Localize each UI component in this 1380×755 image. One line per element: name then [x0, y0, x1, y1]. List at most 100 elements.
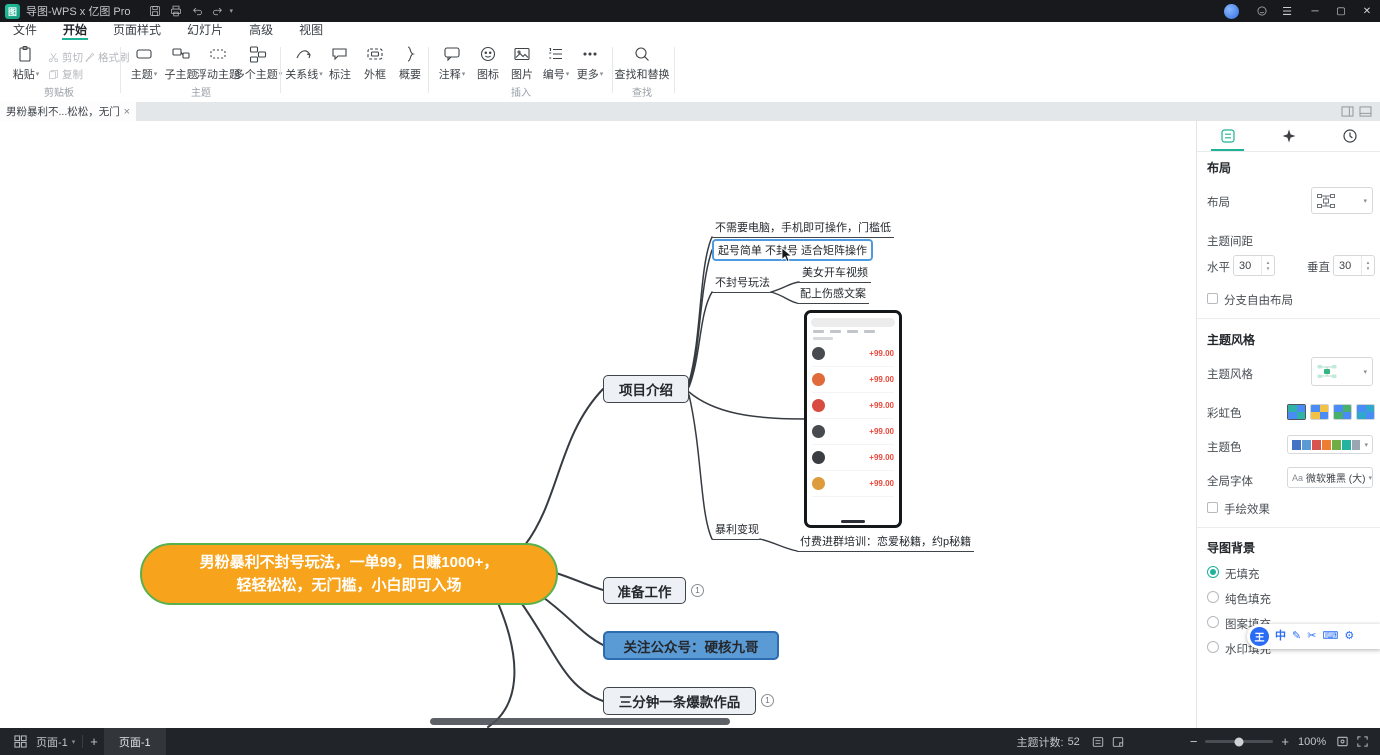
rainbow-swatch-1[interactable]	[1287, 404, 1306, 420]
leaf-node-sad-copy[interactable]: 配上伤感文案	[797, 288, 869, 304]
transaction-avatar	[812, 451, 825, 464]
tab-history[interactable]	[1319, 121, 1380, 151]
fullscreen-icon[interactable]	[1352, 728, 1372, 755]
mindmap-canvas[interactable]: 男粉暴利不封号玩法，一单99，日赚1000+， 轻轻松松，无门槛，小白即可入场 …	[0, 121, 1196, 728]
callout-button[interactable]: 标注	[322, 45, 358, 82]
bg-radio-none[interactable]	[1207, 566, 1219, 578]
leaf-node-training[interactable]: 付费进群培训：恋爱秘籍，约p秘籍	[797, 536, 974, 552]
layout-style-icon	[1317, 194, 1335, 208]
tab-ai[interactable]	[1258, 121, 1319, 151]
hand-drawn-label: 手绘效果	[1224, 501, 1270, 517]
topic-node-intro[interactable]: 项目介绍	[603, 375, 689, 403]
window-minimize-button[interactable]: ─	[1302, 0, 1328, 22]
zoom-out-button[interactable]: −	[1190, 734, 1198, 749]
more-button[interactable]: 更多▾	[572, 45, 608, 82]
page-selector[interactable]: 页面-1	[36, 734, 68, 750]
central-topic-node[interactable]: 男粉暴利不封号玩法，一单99，日赚1000+， 轻轻松松，无门槛，小白即可入场	[140, 543, 558, 605]
topic-node-official-account[interactable]: 关注公众号：硬核九哥	[603, 631, 779, 660]
theme-color-dropdown[interactable]: ▾	[1287, 435, 1373, 454]
hand-drawn-checkbox[interactable]	[1207, 502, 1218, 513]
ime-handwrite-icon[interactable]: ✎	[1292, 631, 1301, 642]
summary-button[interactable]: 概要	[392, 45, 428, 82]
redo-icon[interactable]	[208, 3, 229, 19]
find-replace-button[interactable]: 查找和替换	[614, 45, 670, 82]
menu-hamburger-icon[interactable]: ☰	[1282, 5, 1292, 18]
transaction-avatar	[812, 399, 825, 412]
outer-frame-button[interactable]: 外框	[357, 45, 393, 82]
fit-screen-icon[interactable]	[1332, 728, 1352, 755]
bg-radio-pattern[interactable]	[1207, 616, 1219, 628]
phone-screenshot-image-node[interactable]: +99.00 +99.00 +99.00 +99.00 +99.00 +99.0…	[804, 310, 902, 528]
rainbow-swatch-3[interactable]	[1333, 404, 1352, 420]
ime-mode-chinese-icon[interactable]: 中	[1275, 631, 1286, 642]
floating-topic-button[interactable]: 浮动主题	[200, 45, 236, 82]
zoom-slider-thumb[interactable]	[1235, 737, 1244, 746]
leaf-node-profit[interactable]: 暴利变现	[712, 524, 762, 540]
save-icon[interactable]	[145, 3, 166, 19]
ime-keyboard-icon[interactable]: ⌨	[1322, 631, 1338, 642]
relation-line-button[interactable]: 关系线▾	[286, 45, 322, 82]
menu-file[interactable]: 文件	[0, 22, 50, 40]
add-page-button[interactable]: +	[90, 734, 98, 749]
topic-node-three-minutes[interactable]: 三分钟一条爆款作品	[603, 687, 756, 715]
leaf-node-no-pc[interactable]: 不需要电脑，手机即可操作，门槛低	[712, 222, 894, 238]
note-badge[interactable]: 1	[691, 584, 704, 597]
page-selector-caret-icon[interactable]: ▾	[72, 738, 76, 746]
note-badge[interactable]: 1	[761, 694, 774, 707]
zoom-slider[interactable]	[1205, 740, 1273, 743]
numbering-button[interactable]: 编号▾	[538, 45, 574, 82]
free-layout-checkbox[interactable]	[1207, 293, 1218, 304]
quickbar-dropdown-icon[interactable]: ▾	[230, 7, 234, 15]
document-tab[interactable]: 男粉暴利不...松松，无门 ×	[0, 102, 136, 121]
multi-topic-button[interactable]: 多个主题▾	[240, 45, 276, 82]
menu-slides[interactable]: 幻灯片	[174, 22, 236, 40]
layout-dropdown[interactable]: ▾	[1311, 187, 1373, 214]
window-maximize-button[interactable]: ▢	[1328, 0, 1354, 22]
user-avatar[interactable]	[1224, 4, 1239, 19]
subtopic-button[interactable]: 子主题	[163, 45, 199, 82]
topic-node-prepare[interactable]: 准备工作	[603, 577, 686, 604]
panel-toggle-right-icon[interactable]	[1341, 106, 1354, 117]
outline-view-icon[interactable]	[1088, 728, 1108, 755]
tab-format[interactable]	[1197, 121, 1258, 151]
panel-toggle-bottom-icon[interactable]	[1359, 106, 1372, 117]
note-view-icon[interactable]	[1108, 728, 1128, 755]
copy-button[interactable]: 复制	[48, 67, 83, 82]
menu-home[interactable]: 开始	[50, 22, 100, 40]
zoom-in-button[interactable]: +	[1281, 734, 1289, 749]
comment-button[interactable]: 注释▾	[434, 45, 470, 82]
rainbow-swatch-4[interactable]	[1356, 404, 1375, 420]
ime-settings-icon[interactable]: ⚙	[1344, 631, 1354, 642]
menu-advanced[interactable]: 高级	[236, 22, 286, 40]
ime-screenshot-icon[interactable]: ✂	[1307, 631, 1316, 642]
insert-picture-button[interactable]: 图片	[504, 45, 540, 82]
member-icon[interactable]	[1251, 3, 1272, 19]
bg-radio-watermark[interactable]	[1207, 641, 1219, 653]
transaction-amount: +99.00	[869, 479, 894, 488]
format-brush-button[interactable]: 格式刷	[84, 50, 130, 65]
page-tab-active[interactable]: 页面-1	[104, 728, 166, 755]
theme-style-dropdown[interactable]: ▾	[1311, 357, 1373, 386]
document-tab-close-icon[interactable]: ×	[124, 106, 130, 118]
global-font-dropdown[interactable]: Aa 微软雅黑 (大) ▾	[1287, 467, 1373, 488]
ime-account-badge[interactable]: 王	[1250, 627, 1269, 646]
zoom-level[interactable]: 100%	[1298, 736, 1332, 748]
print-icon[interactable]	[166, 3, 187, 19]
leaf-node-beauty-video[interactable]: 美女开车视频	[799, 267, 871, 283]
menu-page-style[interactable]: 页面样式	[100, 22, 174, 40]
page-grid-icon[interactable]	[10, 728, 30, 755]
insert-icon-button[interactable]: 图标	[470, 45, 506, 82]
horizontal-spacing-stepper[interactable]: 30 ▲▼	[1233, 255, 1275, 276]
leaf-node-play-method[interactable]: 不封号玩法	[712, 277, 773, 293]
topic-button[interactable]: 主题▾	[126, 45, 162, 82]
rainbow-swatch-2[interactable]	[1310, 404, 1329, 420]
paste-button[interactable]: 粘贴▾	[8, 45, 44, 82]
window-close-button[interactable]: ✕	[1354, 0, 1380, 22]
cut-button[interactable]: 剪切	[48, 50, 83, 65]
horizontal-scrollbar[interactable]	[430, 718, 730, 725]
vertical-spacing-stepper[interactable]: 30 ▲▼	[1333, 255, 1375, 276]
menu-view[interactable]: 视图	[286, 22, 336, 40]
mindmap-connector-lines	[0, 121, 1196, 728]
bg-radio-solid[interactable]	[1207, 591, 1219, 603]
undo-icon[interactable]	[187, 3, 208, 19]
